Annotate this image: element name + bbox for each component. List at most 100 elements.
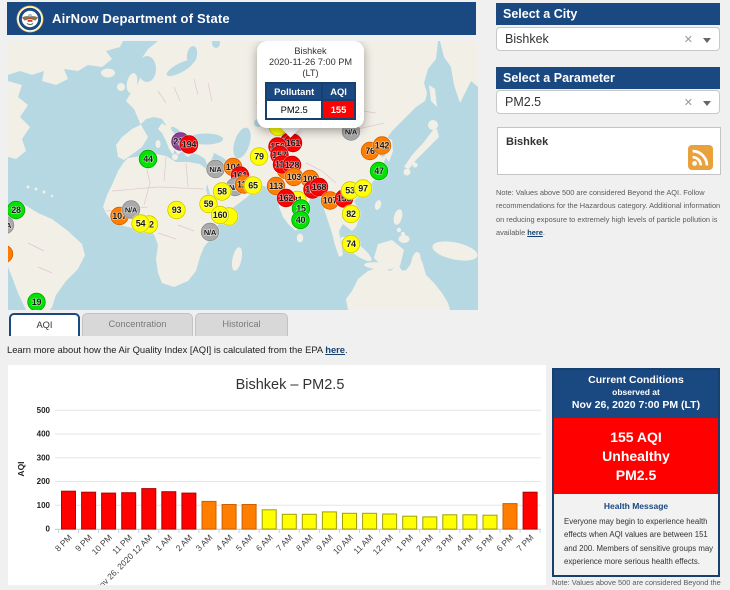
bar[interactable] — [61, 490, 76, 530]
x-tick-label: 6 PM — [494, 532, 515, 553]
svg-text:N/A: N/A — [204, 228, 217, 237]
x-tick-label: 3 AM — [194, 532, 215, 553]
svg-text:N/A: N/A — [345, 128, 358, 137]
svg-text:58: 58 — [217, 187, 227, 197]
tab-concentration[interactable]: Concentration — [82, 313, 193, 336]
learn-more-link[interactable]: here — [325, 344, 345, 355]
bar[interactable] — [382, 513, 398, 530]
x-tick-label: 1 PM — [394, 532, 415, 553]
bar[interactable] — [261, 509, 277, 530]
bar[interactable] — [161, 491, 177, 530]
bar[interactable] — [462, 514, 478, 530]
aqi-marker[interactable]: 79 — [249, 146, 269, 167]
health-message-title: Health Message — [603, 501, 669, 511]
select-parameter-header: Select a Parameter — [496, 67, 720, 89]
parameter-select-value: PM2.5 — [505, 95, 542, 109]
x-tick-label: 8 PM — [53, 532, 74, 553]
bar[interactable] — [301, 513, 317, 530]
svg-text:194: 194 — [182, 140, 197, 150]
sidebar-note-link[interactable]: here — [527, 228, 543, 237]
tab-aqi[interactable]: AQI — [9, 313, 80, 336]
bar[interactable] — [362, 512, 378, 530]
current-conditions-box: Current Conditions observed at Nov 26, 2… — [552, 368, 720, 577]
chart-title: Bishkek – PM2.5 — [236, 377, 345, 393]
aqi-bar-chart[interactable]: Bishkek – PM2.50100200300400500AQI8 PM9 … — [8, 365, 546, 590]
y-tick-label: 200 — [37, 477, 51, 486]
bar[interactable] — [81, 491, 97, 530]
aqi-marker[interactable]: 142 — [372, 135, 392, 156]
aqi-marker[interactable]: 93 — [166, 200, 187, 220]
parameter-select[interactable]: PM2.5 ✕ — [496, 90, 720, 114]
x-tick-label: 11 AM — [351, 532, 375, 556]
x-tick-label: 8 AM — [294, 532, 315, 553]
parameter-clear-icon[interactable]: ✕ — [684, 92, 693, 114]
bar[interactable] — [201, 500, 217, 530]
x-tick-label: 2 AM — [174, 532, 195, 553]
popup-aqi-value: 155 — [321, 99, 356, 120]
bar[interactable] — [482, 514, 498, 530]
city-select[interactable]: Bishkek ✕ — [496, 27, 720, 51]
aqi-marker[interactable]: 47 — [369, 161, 389, 181]
bar[interactable] — [101, 492, 117, 530]
aqi-marker[interactable]: 54 — [130, 213, 151, 234]
svg-text:65: 65 — [248, 181, 258, 191]
popup-pollutant: PM2.5 — [265, 99, 324, 120]
popup-col-aqi: AQI — [321, 82, 356, 101]
current-conditions-title: Current Conditions — [588, 374, 684, 386]
svg-text:168: 168 — [312, 182, 327, 192]
aqi-marker[interactable]: 160 — [210, 205, 230, 225]
app-header: AirNow Department of State — [7, 2, 476, 35]
bar[interactable] — [422, 516, 438, 530]
parameter-caret-icon[interactable] — [703, 101, 711, 106]
aqi-marker[interactable]: 65 — [243, 175, 263, 196]
aqi-marker[interactable]: N/A — [205, 159, 226, 179]
svg-text:82: 82 — [346, 209, 356, 219]
aqi-chart-panel: Bishkek – PM2.5 0 100 200 300 400 500 AQI 8 PM 9 … — [8, 365, 546, 590]
page-title: AirNow Department of State — [52, 11, 230, 26]
aqi-marker[interactable]: 97 — [353, 178, 373, 199]
svg-text:162: 162 — [279, 193, 294, 203]
current-aqi-value: 155 AQI — [610, 429, 662, 445]
x-tick-label: 12 PM — [371, 532, 395, 556]
city-caret-icon[interactable] — [703, 38, 711, 43]
bar[interactable] — [121, 492, 137, 530]
x-tick-label: 4 PM — [454, 532, 475, 553]
svg-text:54: 54 — [136, 219, 146, 229]
aqi-marker[interactable]: 82 — [341, 204, 361, 224]
bar[interactable] — [241, 504, 257, 530]
x-tick-label: 1 AM — [153, 532, 174, 553]
rss-box: Bishkek — [497, 127, 721, 175]
current-conditions-header: Current Conditions observed at Nov 26, 2… — [554, 370, 718, 418]
x-tick-label: 10 AM — [331, 532, 355, 556]
x-tick-label: 5 PM — [474, 532, 495, 553]
bar[interactable] — [442, 514, 458, 530]
rss-icon[interactable] — [688, 145, 713, 170]
x-tick-label: 4 AM — [214, 532, 235, 553]
y-tick-label: 400 — [37, 430, 51, 439]
bar[interactable] — [141, 488, 157, 530]
aqi-marker[interactable]: N/A — [200, 222, 220, 242]
bar[interactable] — [342, 512, 357, 530]
bar[interactable] — [522, 491, 538, 530]
bar[interactable] — [221, 504, 237, 530]
tab-historical[interactable]: Historical — [195, 313, 288, 336]
bar[interactable] — [402, 515, 418, 530]
svg-text:79: 79 — [254, 152, 264, 162]
city-clear-icon[interactable]: ✕ — [684, 29, 693, 51]
bar[interactable] — [502, 503, 518, 530]
x-tick-label: 7 PM — [514, 532, 535, 553]
world-aqi-map[interactable]: 2141944479N/A104161N/A114655859160N/A931… — [8, 41, 478, 310]
health-message-text: Everyone may begin to experience health … — [564, 517, 714, 566]
aqi-marker[interactable]: 74 — [341, 234, 361, 254]
aqi-marker[interactable]: 40 — [290, 210, 311, 230]
bar[interactable] — [321, 511, 337, 530]
aqi-marker[interactable]: 44 — [138, 149, 158, 169]
aqi-marker[interactable]: 194 — [179, 134, 199, 155]
popup-col-pollutant: Pollutant — [265, 82, 324, 101]
y-tick-label: 300 — [37, 453, 51, 462]
popup-city: Bishkek — [294, 46, 327, 56]
bar[interactable] — [181, 492, 197, 530]
bar[interactable] — [281, 513, 297, 530]
learn-more-text: Learn more about how the Air Quality Ind… — [7, 344, 348, 355]
map-popup: Bishkek 2020-11-26 7:00 PM (LT) Pollutan… — [257, 41, 364, 128]
